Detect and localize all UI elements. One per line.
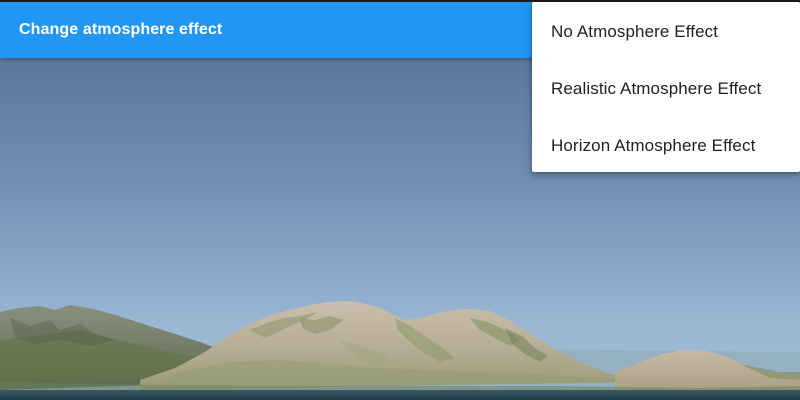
ground-band <box>0 390 800 400</box>
app-window: Change atmosphere effect No Atmosphere E… <box>0 0 800 400</box>
menu-item-label: No Atmosphere Effect <box>551 21 719 41</box>
change-atmosphere-label: Change atmosphere effect <box>19 21 223 38</box>
menu-item-label: Horizon Atmosphere Effect <box>551 135 756 155</box>
menu-item-label: Realistic Atmosphere Effect <box>551 78 762 98</box>
menu-item-realistic-atmosphere[interactable]: Realistic Atmosphere Effect <box>532 60 800 117</box>
change-atmosphere-button[interactable]: Change atmosphere effect <box>0 2 240 58</box>
menu-item-no-atmosphere[interactable]: No Atmosphere Effect <box>532 3 800 60</box>
menu-item-horizon-atmosphere[interactable]: Horizon Atmosphere Effect <box>532 117 800 174</box>
atmosphere-effect-menu: No Atmosphere Effect Realistic Atmospher… <box>532 2 800 172</box>
